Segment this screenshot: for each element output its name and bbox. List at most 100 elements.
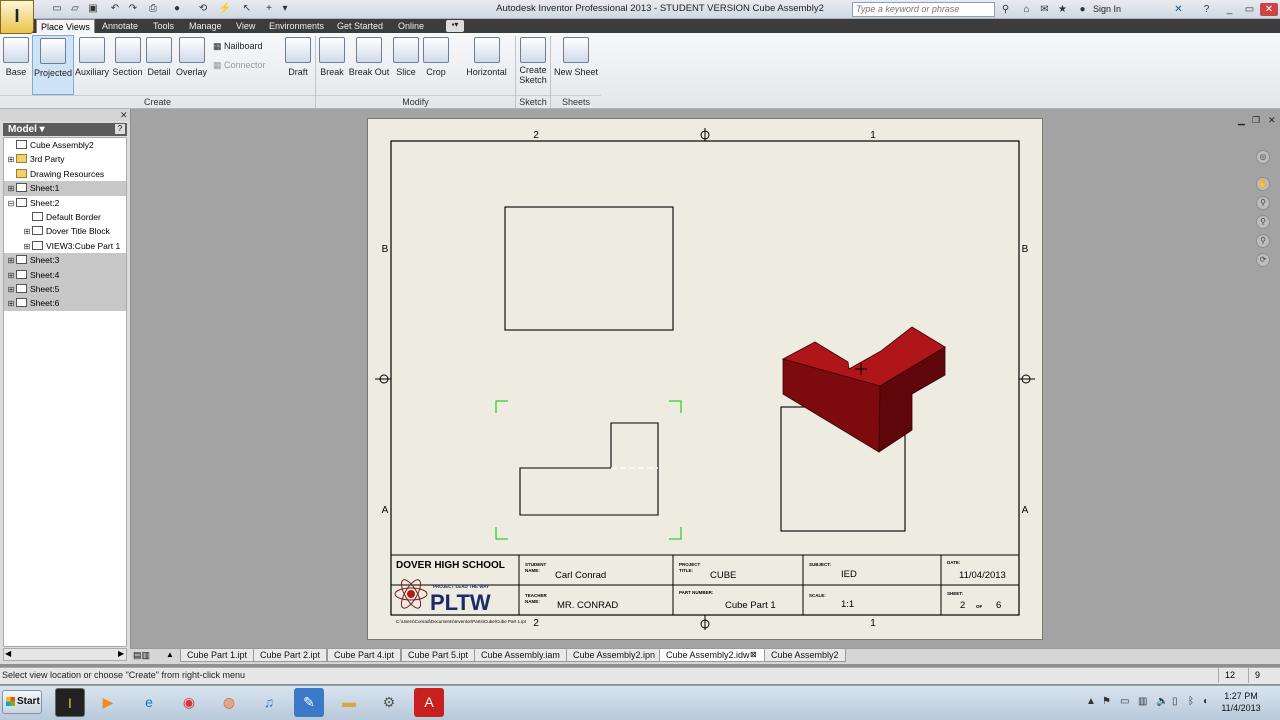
zoom-all-icon[interactable]: ⚲ [1256, 234, 1270, 248]
help-icon[interactable]: ? [1200, 3, 1213, 16]
projected-view-button[interactable]: Projected [32, 35, 74, 95]
break-out-button[interactable]: Break Out [348, 35, 390, 93]
expand-icon[interactable]: ⊞ [6, 283, 16, 297]
close-icon[interactable]: ✕ [1260, 3, 1278, 16]
new-sheet-button[interactable]: New Sheet [553, 35, 599, 93]
tab-get-started[interactable]: Get Started [333, 19, 387, 33]
open-icon[interactable]: ▱ [68, 2, 82, 16]
tab-online[interactable]: Online [394, 19, 428, 33]
tab-environments[interactable]: Environments [265, 19, 328, 33]
sync-icon[interactable]: ◐ [1203, 696, 1209, 707]
explorer-icon[interactable]: ▬ [334, 688, 364, 717]
zoom-icon[interactable]: ⚲ [1256, 196, 1270, 210]
subscription-icon[interactable]: ⌂ [1020, 3, 1033, 16]
browser-node[interactable]: Default Border [4, 210, 126, 224]
connector-button[interactable]: ▦ Connector [213, 60, 266, 71]
flag-icon[interactable]: ⚑ [1102, 696, 1111, 707]
expand-icon[interactable]: ⊞ [22, 240, 32, 254]
doc-minimize-icon[interactable]: ▁ [1238, 115, 1245, 126]
chrome-icon[interactable]: ◉ [174, 688, 204, 717]
maximize-icon[interactable]: ▭ [1243, 3, 1256, 16]
crop-button[interactable]: Crop [422, 35, 450, 93]
bluetooth-icon[interactable]: ᛒ [1188, 696, 1194, 707]
qat-dropdown-icon[interactable]: ▾ [278, 2, 292, 16]
ie-icon[interactable]: e [134, 688, 164, 717]
browser-scrollbar[interactable] [3, 648, 127, 661]
browser-node[interactable]: ⊞ Sheet:3 [4, 253, 126, 268]
itunes-icon[interactable]: ♫ [254, 688, 284, 717]
nailboard-button[interactable]: ▦ Nailboard [213, 41, 263, 52]
ribbon-toggle-icon[interactable]: ▪▾ [446, 20, 464, 32]
browser-node[interactable]: ⊞ 3rd Party [4, 152, 126, 166]
doc-tab-cube-assembly2-ipn[interactable]: Cube Assembly2.ipn [566, 648, 663, 662]
user-icon[interactable]: ● [1076, 3, 1089, 16]
zoom-window-icon[interactable]: ⚲ [1256, 215, 1270, 229]
drawing-canvas[interactable]: 2 1 2 1 B A B A DOVER HIGH SCHOOL PROJEC… [367, 118, 1043, 640]
tab-place-views[interactable]: Place Views [36, 19, 95, 34]
horizontal-align-button[interactable]: Horizontal [464, 35, 509, 93]
communication-icon[interactable]: ✉ [1038, 3, 1051, 16]
measure-icon[interactable]: + [262, 2, 276, 16]
clock[interactable]: 1:27 PM 11/4/2013 [1216, 690, 1266, 714]
undo-icon[interactable]: ↶ [108, 2, 122, 16]
browser-close-icon[interactable]: ✕ [120, 110, 128, 121]
base-view-button[interactable]: Base [2, 35, 30, 93]
scroll-right-icon[interactable]: ▶ [118, 649, 124, 658]
tab-manage[interactable]: Manage [185, 19, 226, 33]
start-button[interactable]: Start [2, 690, 42, 714]
orbit-icon[interactable]: ⟳ [1256, 253, 1270, 267]
tab-view[interactable]: View [232, 19, 259, 33]
browser-node[interactable]: ⊟ Sheet:2 [4, 196, 126, 210]
doc-tab-close-icon[interactable]: ⊠ [750, 650, 757, 659]
sign-in-link[interactable]: Sign In [1093, 4, 1121, 14]
browser-node[interactable]: ⊞ Sheet:1 [4, 181, 126, 196]
network-icon[interactable]: ▥ [1138, 696, 1147, 707]
acrobat-icon[interactable]: A [414, 688, 444, 717]
break-button[interactable]: Break [318, 35, 346, 93]
volume-icon[interactable]: 🔈 [1156, 696, 1168, 707]
select-icon[interactable]: ↖ [240, 2, 254, 16]
tile-icon[interactable]: ▤▥ [133, 650, 150, 661]
binoculars-icon[interactable]: ⚲ [999, 3, 1012, 16]
pan-icon[interactable]: ✋ [1256, 177, 1270, 191]
browser-node[interactable]: Drawing Resources [4, 167, 126, 181]
browser-header[interactable]: Model ▾ [3, 123, 127, 136]
expand-icon[interactable]: ⊞ [6, 297, 16, 311]
slice-button[interactable]: Slice [392, 35, 420, 93]
power-icon[interactable]: ▯ [1172, 696, 1178, 707]
minimize-icon[interactable]: _ [1223, 3, 1236, 16]
doc-restore-icon[interactable]: ❐ [1252, 115, 1260, 126]
detail-view-button[interactable]: Detail [145, 35, 173, 93]
application-menu-button[interactable]: I [0, 0, 34, 34]
firefox-icon[interactable]: ◍ [214, 688, 244, 717]
tab-scroll-icon[interactable]: ▲ [166, 650, 174, 659]
browser-node[interactable]: ⊞ Sheet:6 [4, 296, 126, 311]
tab-tools[interactable]: Tools [149, 19, 178, 33]
expand-icon[interactable]: ⊞ [22, 225, 32, 239]
doc-tab-cube-part-5[interactable]: Cube Part 5.ipt [401, 648, 476, 662]
inventor-app-icon[interactable]: I [55, 688, 85, 717]
project-icon[interactable]: ● [170, 2, 184, 16]
create-sketch-button[interactable]: Create Sketch [517, 35, 549, 93]
auxiliary-view-button[interactable]: Auxiliary [75, 35, 109, 93]
doc-tab-cube-assembly2[interactable]: Cube Assembly2 [764, 648, 846, 662]
scroll-left-icon[interactable]: ◀ [5, 649, 11, 658]
overlay-view-button[interactable]: Overlay [175, 35, 208, 93]
update-icon[interactable]: ⚡ [218, 2, 232, 16]
browser-node[interactable]: ⊞ Dover Title Block [4, 224, 126, 238]
media-player-icon[interactable]: ▶ [93, 688, 123, 717]
tab-annotate[interactable]: Annotate [98, 19, 142, 33]
doc-tab-cube-assembly[interactable]: Cube Assembly.iam [474, 648, 567, 662]
notes-icon[interactable]: ✎ [294, 688, 324, 717]
doc-tab-cube-part-4[interactable]: Cube Part 4.ipt [327, 648, 402, 662]
expand-icon[interactable]: ⊞ [6, 254, 16, 268]
steering-wheel-icon[interactable]: ◎ [1256, 150, 1270, 164]
favorites-icon[interactable]: ★ [1056, 3, 1069, 16]
redo-icon[interactable]: ↷ [126, 2, 140, 16]
expand-icon[interactable]: ⊞ [6, 269, 16, 283]
return-icon[interactable]: ⟲ [196, 2, 210, 16]
tray-app-icon[interactable]: ▭ [1120, 696, 1129, 707]
draft-view-button[interactable]: Draft [283, 35, 313, 93]
exchange-icon[interactable]: ✕ [1172, 3, 1185, 16]
doc-tab-cube-part-2[interactable]: Cube Part 2.ipt [253, 648, 328, 662]
